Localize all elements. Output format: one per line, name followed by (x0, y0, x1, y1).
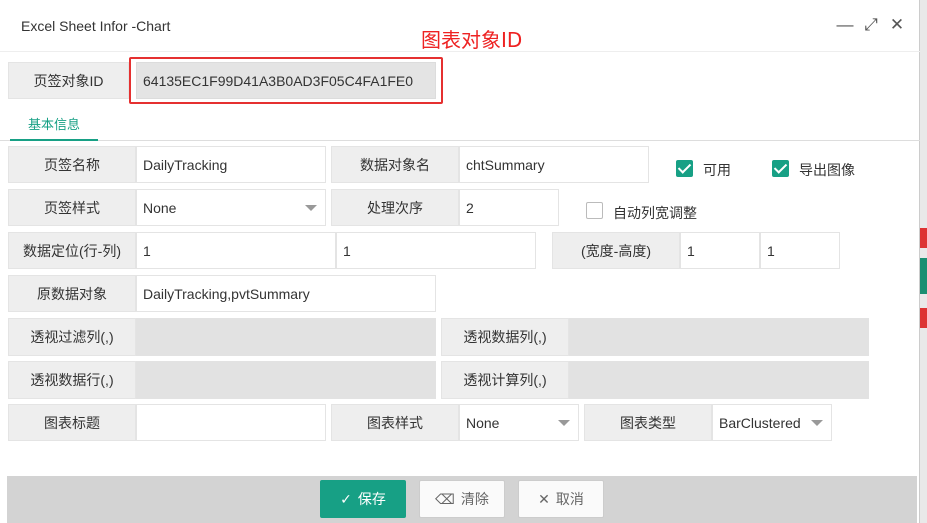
chart-info-dialog: Excel Sheet Infor -Chart — ⤢ ✕ 图表对象ID 页签… (0, 0, 920, 523)
background-green-marker (920, 258, 927, 294)
process-order-label: 处理次序 (331, 189, 459, 226)
chart-type-label: 图表类型 (584, 404, 712, 441)
sheet-name-input[interactable]: DailyTracking (136, 146, 326, 183)
tab-basic-info[interactable]: 基本信息 (10, 107, 98, 141)
chart-style-label: 图表样式 (331, 404, 459, 441)
chevron-down-icon (305, 204, 317, 211)
source-object-input[interactable]: DailyTracking,pvtSummary (136, 275, 436, 312)
pivot-data-cols-input[interactable] (569, 318, 869, 356)
export-image-checkbox[interactable] (772, 160, 789, 177)
background-red-marker (920, 308, 927, 328)
auto-col-width-checkbox[interactable] (586, 202, 603, 219)
clear-button-label: 清除 (460, 491, 489, 507)
enabled-label: 可用 (703, 162, 731, 178)
sheet-object-id-label: 页签对象ID (8, 62, 129, 99)
chart-type-select[interactable]: BarClustered (712, 404, 832, 441)
sheet-style-label: 页签样式 (8, 189, 136, 226)
tab-bar: 基本信息 (0, 107, 920, 141)
pivot-filter-cols-label: 透视过滤列(,) (8, 318, 136, 356)
chart-style-select[interactable]: None (459, 404, 579, 441)
pivot-calc-cols-label: 透视计算列(,) (441, 361, 569, 399)
dialog-title: Excel Sheet Infor -Chart (21, 18, 171, 34)
eraser-icon: ⌫ (435, 490, 455, 507)
width-input[interactable]: 1 (680, 232, 760, 269)
annotation-highlight-box (129, 57, 443, 104)
chart-title-input[interactable] (136, 404, 326, 441)
source-object-label: 原数据对象 (8, 275, 136, 312)
save-button[interactable]: ✓ 保存 (320, 480, 406, 518)
close-icon[interactable]: ✕ (887, 14, 907, 36)
pivot-filter-cols-input[interactable] (136, 318, 436, 356)
clear-button[interactable]: ⌫ 清除 (419, 480, 505, 518)
pivot-data-rows-label: 透视数据行(,) (8, 361, 136, 399)
sheet-style-value: None (143, 199, 177, 216)
data-position-col-input[interactable]: 1 (336, 232, 536, 269)
process-order-input[interactable]: 2 (459, 189, 559, 226)
save-button-label: 保存 (357, 491, 386, 507)
cancel-button-label: 取消 (555, 491, 584, 507)
chart-title-label: 图表标题 (8, 404, 136, 441)
maximize-icon[interactable]: ⤢ (861, 14, 881, 36)
export-image-label: 导出图像 (799, 162, 855, 178)
data-position-label: 数据定位(行-列) (8, 232, 136, 269)
data-object-name-label: 数据对象名 (331, 146, 459, 183)
close-icon: ✕ (538, 490, 550, 507)
sheet-name-label: 页签名称 (8, 146, 136, 183)
size-label: (宽度-高度) (552, 232, 680, 269)
chevron-down-icon (558, 419, 570, 426)
cancel-button[interactable]: ✕ 取消 (518, 480, 604, 518)
pivot-calc-cols-input[interactable] (569, 361, 869, 399)
chart-type-value: BarClustered (719, 414, 801, 431)
data-object-name-input[interactable]: chtSummary (459, 146, 649, 183)
background-red-marker (920, 228, 927, 248)
data-position-row-input[interactable]: 1 (136, 232, 336, 269)
height-input[interactable]: 1 (760, 232, 840, 269)
sheet-style-select[interactable]: None (136, 189, 326, 226)
chart-style-value: None (466, 414, 500, 431)
minimize-icon[interactable]: — (835, 14, 855, 36)
pivot-data-cols-label: 透视数据列(,) (441, 318, 569, 356)
checkmark-icon: ✓ (340, 490, 352, 507)
annotation-label: 图表对象ID (421, 28, 523, 52)
auto-col-width-label: 自动列宽调整 (613, 205, 697, 221)
pivot-data-rows-input[interactable] (136, 361, 436, 399)
chevron-down-icon (811, 419, 823, 426)
enabled-checkbox[interactable] (676, 160, 693, 177)
